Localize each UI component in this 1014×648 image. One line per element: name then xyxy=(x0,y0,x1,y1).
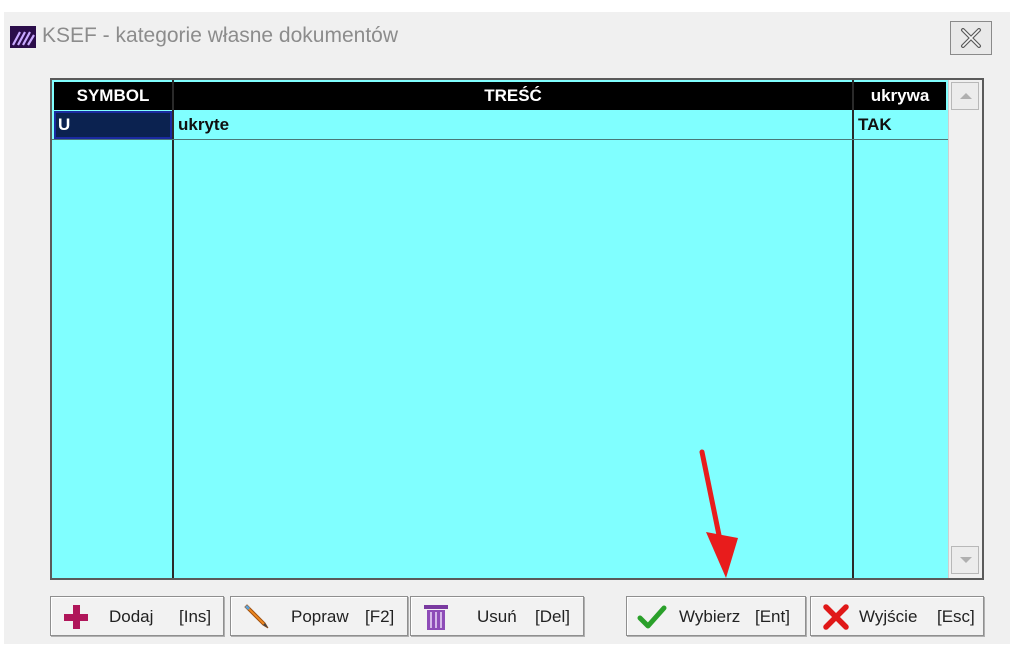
chevron-up-icon xyxy=(960,93,972,99)
title-bar: KSEF - kategorie własne dokumentów xyxy=(4,12,1010,64)
column-header-symbol[interactable]: SYMBOL xyxy=(54,82,172,110)
add-button-label: Dodaj xyxy=(109,607,154,626)
pencil-icon xyxy=(244,604,269,629)
add-button[interactable]: Dodaj [Ins] xyxy=(50,596,224,636)
select-button[interactable]: Wybierz [Ent] xyxy=(626,596,806,636)
scroll-up-button[interactable] xyxy=(951,82,979,110)
edit-button[interactable]: Popraw [F2] xyxy=(230,596,408,636)
edit-button-label: Popraw xyxy=(291,607,349,626)
cell-ukrywa[interactable]: TAK xyxy=(854,112,946,138)
app-logo-icon xyxy=(10,26,36,48)
column-divider xyxy=(852,80,854,578)
row-separator xyxy=(52,139,948,140)
exit-button-shortcut: [Esc] xyxy=(937,607,975,626)
chevron-down-icon xyxy=(960,557,972,563)
categories-grid[interactable]: SYMBOL TREŚĆ ukrywa U ukryte TAK xyxy=(50,78,984,580)
trash-icon xyxy=(424,605,448,630)
grid-body[interactable]: SYMBOL TREŚĆ ukrywa U ukryte TAK xyxy=(52,80,948,578)
close-icon xyxy=(961,28,981,48)
scroll-down-button[interactable] xyxy=(951,546,979,574)
column-divider xyxy=(172,80,174,578)
cell-symbol[interactable]: U xyxy=(54,112,172,138)
column-header-ukrywa[interactable]: ukrywa xyxy=(854,82,946,110)
add-button-shortcut: [Ins] xyxy=(179,607,212,626)
close-button[interactable] xyxy=(950,21,992,55)
delete-button-shortcut: [Del] xyxy=(535,607,570,626)
select-button-shortcut: [Ent] xyxy=(755,607,790,626)
exit-button-label: Wyjście xyxy=(859,607,918,626)
select-button-label: Wybierz xyxy=(679,607,741,626)
column-header-tresc[interactable]: TREŚĆ xyxy=(174,82,852,110)
exit-button[interactable]: Wyjście [Esc] xyxy=(810,596,984,636)
x-icon xyxy=(823,604,849,630)
edit-button-shortcut: [F2] xyxy=(365,607,395,626)
plus-icon xyxy=(64,605,88,629)
window-title: KSEF - kategorie własne dokumentów xyxy=(42,24,399,47)
cell-tresc[interactable]: ukryte xyxy=(174,112,852,138)
delete-button[interactable]: Usuń [Del] xyxy=(410,596,584,636)
dialog-window: KSEF - kategorie własne dokumentów SYMBO… xyxy=(4,12,1010,644)
checkmark-icon xyxy=(637,605,667,629)
delete-button-label: Usuń xyxy=(477,607,517,626)
vertical-scrollbar[interactable] xyxy=(948,80,982,578)
annotation-arrow-icon xyxy=(699,449,738,578)
